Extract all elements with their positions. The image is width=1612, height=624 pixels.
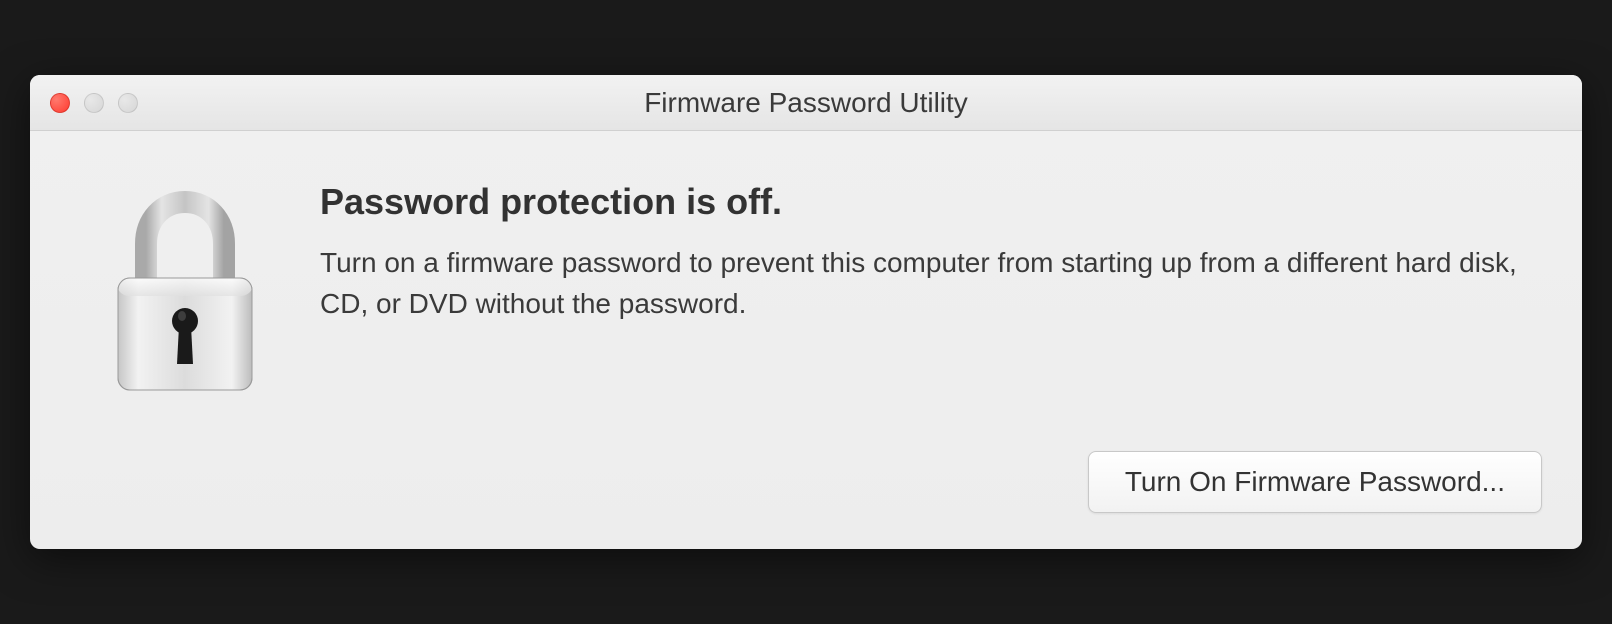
text-column: Password protection is off. Turn on a fi… [320, 181, 1522, 324]
maximize-button[interactable] [118, 93, 138, 113]
minimize-button[interactable] [84, 93, 104, 113]
window-title: Firmware Password Utility [30, 87, 1582, 119]
dialog-content: Password protection is off. Turn on a fi… [30, 131, 1582, 431]
lock-icon [100, 186, 270, 401]
turn-on-firmware-password-button[interactable]: Turn On Firmware Password... [1088, 451, 1542, 513]
close-button[interactable] [50, 93, 70, 113]
button-row: Turn On Firmware Password... [30, 431, 1582, 549]
status-heading: Password protection is off. [320, 181, 1522, 223]
dialog-window: Firmware Password Utility [30, 75, 1582, 549]
traffic-lights [30, 93, 138, 113]
titlebar: Firmware Password Utility [30, 75, 1582, 131]
status-description: Turn on a firmware password to prevent t… [320, 243, 1522, 324]
